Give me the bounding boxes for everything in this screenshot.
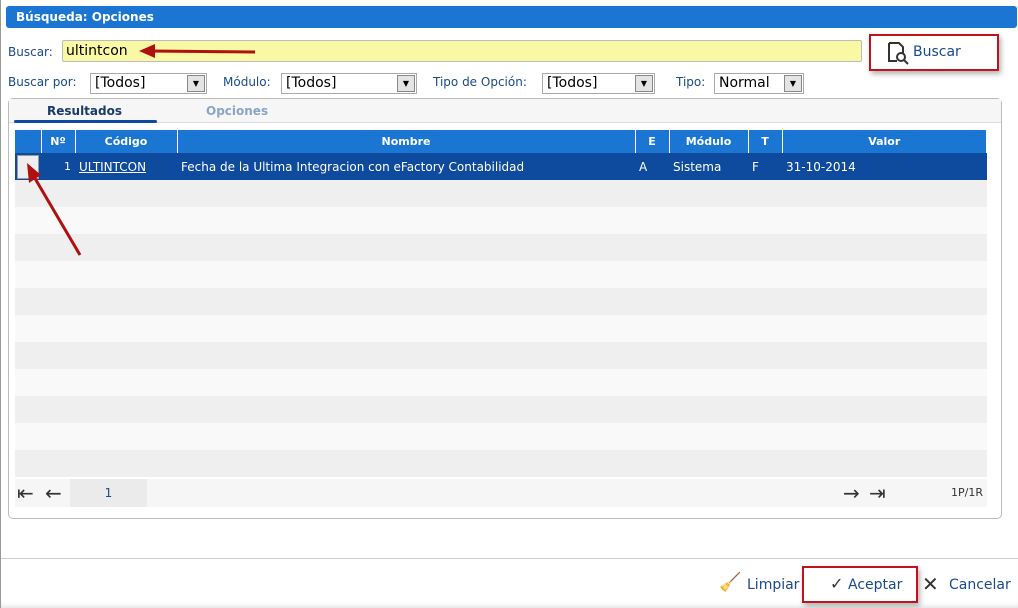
first-page-icon[interactable]: ⇤ — [17, 481, 34, 505]
filter-modulo-select[interactable]: [Todos] ▼ — [281, 73, 417, 94]
filter-tipo-label: Tipo: — [676, 75, 706, 89]
cancelar-button[interactable]: Cancelar — [949, 577, 1011, 593]
col-modulo[interactable]: Módulo — [669, 130, 749, 153]
filter-modulo-label: Módulo: — [223, 75, 271, 89]
row-valor: 31-10-2014 — [782, 153, 987, 180]
empty-row — [15, 207, 987, 234]
col-nombre[interactable]: Nombre — [177, 130, 636, 153]
pager: ⇤ ← 1 → ⇥ 1P/1R — [15, 479, 987, 507]
empty-row — [15, 450, 987, 477]
col-valor[interactable]: Valor — [782, 130, 987, 153]
filter-buscar-por-select[interactable]: [Todos] ▼ — [90, 73, 207, 94]
codigo-link[interactable]: ULTINTCON — [75, 153, 177, 180]
results-table: Nº Código Nombre E Módulo T Valor 1 ULTI… — [15, 130, 987, 477]
search-label: Buscar: — [8, 45, 53, 59]
filter-buscar-por-label: Buscar por: — [8, 75, 77, 89]
empty-row — [15, 288, 987, 315]
close-icon: ✕ — [922, 572, 939, 596]
empty-row — [15, 369, 987, 396]
pager-info: 1P/1R — [951, 486, 983, 499]
row-e: A — [635, 153, 669, 180]
next-page-icon[interactable]: → — [843, 481, 860, 505]
empty-row — [15, 180, 987, 207]
limpiar-button[interactable]: Limpiar — [747, 577, 799, 593]
row-modulo: Sistema — [669, 153, 748, 180]
aceptar-button[interactable]: ✓ Aceptar — [802, 566, 918, 603]
chevron-down-icon: ▼ — [635, 75, 653, 92]
empty-row — [15, 342, 987, 369]
chevron-down-icon: ▼ — [187, 75, 205, 92]
empty-row — [15, 234, 987, 261]
prev-page-icon[interactable]: ← — [45, 481, 62, 505]
empty-row — [15, 315, 987, 342]
chevron-down-icon: ▼ — [784, 75, 802, 92]
active-tab-indicator — [14, 120, 157, 123]
col-t[interactable]: T — [748, 130, 783, 153]
tab-bar — [9, 99, 1001, 123]
filter-tipo-opcion-label: Tipo de Opción: — [433, 75, 527, 89]
search-document-icon — [888, 42, 909, 65]
row-nombre: Fecha de la Ultima Integracion con eFact… — [177, 153, 635, 180]
broom-icon: 🧹 — [719, 572, 742, 593]
annotation-arrow-icon — [27, 163, 82, 256]
filter-tipo-select[interactable]: Normal ▼ — [714, 73, 804, 94]
dialog-title: Búsqueda: Opciones — [6, 6, 1017, 28]
empty-row — [15, 423, 987, 450]
search-button[interactable]: Buscar — [869, 34, 999, 71]
col-e[interactable]: E — [635, 130, 670, 153]
empty-row — [15, 396, 987, 423]
col-select — [15, 130, 42, 153]
col-codigo[interactable]: Código — [75, 130, 178, 153]
tab-resultados[interactable]: Resultados — [47, 104, 122, 118]
table-row[interactable]: 1 ULTINTCON Fecha de la Ultima Integraci… — [15, 153, 987, 180]
last-page-icon[interactable]: ⇥ — [869, 481, 886, 505]
aceptar-label: Aceptar — [848, 577, 903, 593]
col-num: Nº — [41, 130, 76, 153]
page-number[interactable]: 1 — [70, 479, 147, 507]
search-button-label: Buscar — [913, 44, 961, 60]
check-icon: ✓ — [830, 574, 844, 593]
annotation-arrow-icon — [139, 44, 256, 58]
tab-opciones[interactable]: Opciones — [206, 104, 268, 118]
empty-row — [15, 261, 987, 288]
row-t: F — [748, 153, 782, 180]
filter-tipo-opcion-select[interactable]: [Todos] ▼ — [542, 73, 655, 94]
chevron-down-icon: ▼ — [397, 75, 415, 92]
